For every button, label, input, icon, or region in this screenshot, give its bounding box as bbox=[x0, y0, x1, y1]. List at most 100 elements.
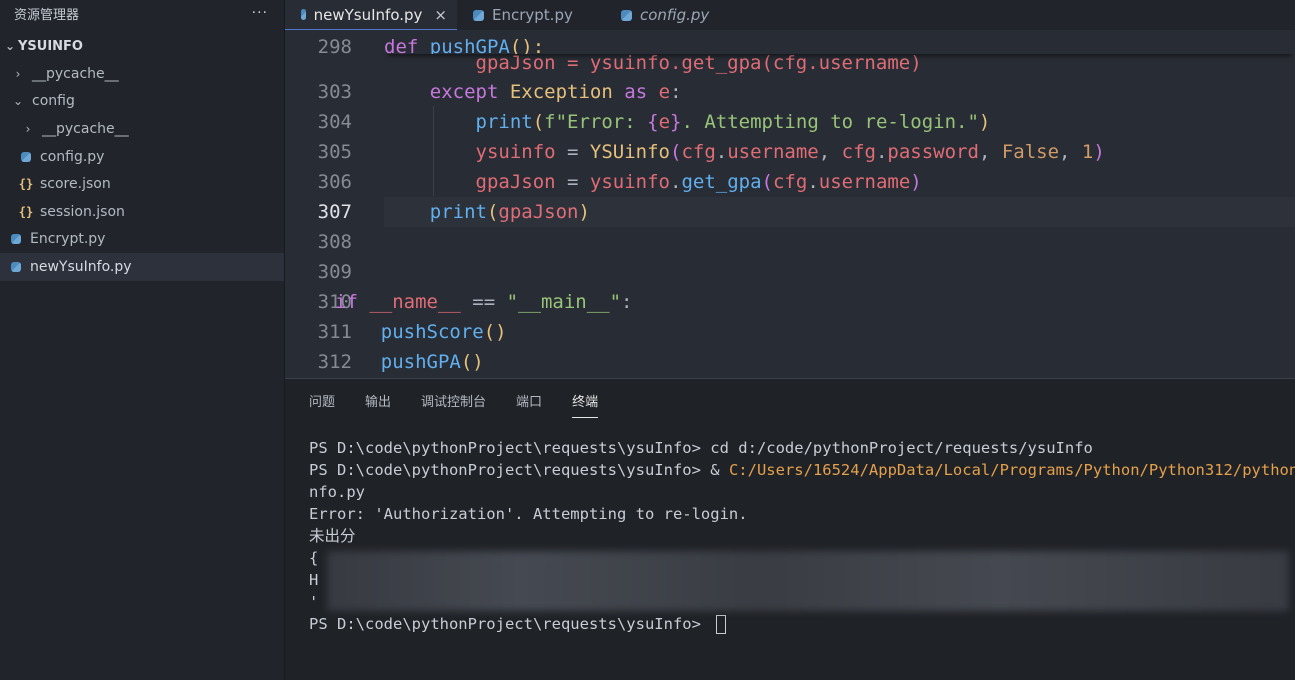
workspace-root[interactable]: ⌄ YSUINFO bbox=[0, 36, 284, 56]
code-line-306: gpaJson = ysuinfo.get_gpa(cfg.username) bbox=[384, 167, 1295, 197]
tab-newysuinfo[interactable]: newYsuInfo.py × bbox=[285, 0, 457, 30]
tab-ports[interactable]: 端口 bbox=[516, 391, 542, 412]
code-token: . bbox=[670, 171, 682, 193]
tree-item-config-pycache[interactable]: › __pycache__ bbox=[0, 115, 284, 143]
python-file-icon bbox=[18, 151, 34, 162]
code-token: False bbox=[1001, 141, 1060, 163]
code-line-303: except Exception as e: bbox=[384, 77, 1295, 107]
close-icon[interactable]: × bbox=[434, 6, 447, 24]
tree-item-session-json[interactable]: {} session.json bbox=[0, 198, 284, 226]
code-token: . bbox=[875, 141, 888, 163]
code-token: password bbox=[887, 141, 979, 163]
line-number: 303 bbox=[317, 81, 352, 103]
code-token: f"Error: bbox=[544, 111, 648, 133]
terminal-prompt: PS D:\code\pythonProject\requests\ysuInf… bbox=[309, 439, 711, 457]
tree-item-label: __pycache__ bbox=[42, 120, 129, 137]
code-token: ysuinfo bbox=[475, 141, 556, 163]
code-token: , bbox=[1059, 141, 1082, 163]
code-token: pushGPA bbox=[380, 351, 461, 373]
code-token: pushGPA bbox=[429, 36, 510, 54]
terminal-output[interactable]: PS D:\code\pythonProject\requests\ysuInf… bbox=[309, 437, 1295, 635]
explorer-title: 资源管理器 bbox=[14, 7, 80, 23]
editor-tabs: newYsuInfo.py × Encrypt.py config.py bbox=[285, 0, 1295, 30]
tab-label: config.py bbox=[640, 6, 710, 24]
tree-item-config-folder[interactable]: ⌄ config bbox=[0, 88, 284, 116]
json-file-icon: {} bbox=[18, 204, 34, 219]
line-number: 308 bbox=[317, 231, 352, 253]
tab-terminal[interactable]: 终端 bbox=[572, 391, 599, 418]
terminal-line: Error: 'Authorization'. Attempting to re… bbox=[309, 505, 748, 523]
code-token: } bbox=[670, 111, 682, 133]
code-editor[interactable]: 298 303 304 305 306 307 308 309 310 311 … bbox=[285, 30, 1295, 378]
tree-item-label: config bbox=[32, 93, 75, 110]
code-token: = bbox=[555, 141, 590, 163]
tab-debug-console[interactable]: 调试控制台 bbox=[421, 391, 486, 412]
code-token: def bbox=[384, 36, 419, 54]
code-token: ) bbox=[578, 201, 590, 223]
code-token: if bbox=[335, 291, 358, 313]
tree-item-pycache[interactable]: › __pycache__ bbox=[0, 60, 284, 88]
tab-problems[interactable]: 问题 bbox=[309, 391, 335, 412]
code-token: username bbox=[727, 141, 819, 163]
tree-item-score-json[interactable]: {} score.json bbox=[0, 170, 284, 198]
workspace-root-label: YSUINFO bbox=[18, 38, 83, 54]
code-token: print bbox=[429, 201, 487, 223]
code-line-304: print(f"Error: {e}. Attempting to re-log… bbox=[384, 107, 1295, 137]
code-token: ( bbox=[486, 201, 499, 223]
python-file-icon bbox=[301, 9, 306, 20]
tree-item-config-py[interactable]: config.py bbox=[0, 143, 284, 171]
panel-tabs: 问题 输出 调试控制台 端口 终端 bbox=[285, 379, 1295, 423]
code-token: () bbox=[460, 351, 484, 373]
tree-item-label: __pycache__ bbox=[32, 65, 119, 82]
tab-label: Encrypt.py bbox=[492, 6, 573, 24]
code-line-305: ysuinfo = YSUinfo(cfg.username, cfg.pass… bbox=[384, 137, 1295, 167]
chevron-right-icon: › bbox=[25, 121, 31, 136]
tree-item-newysuinfo-py[interactable]: newYsuInfo.py bbox=[0, 253, 284, 281]
more-actions-icon[interactable]: ··· bbox=[252, 5, 268, 21]
terminal-command: cd d:/code/pythonProject/requests/ysuInf… bbox=[710, 439, 1093, 457]
tree-item-label: score.json bbox=[40, 176, 111, 193]
code-token: username bbox=[818, 171, 911, 193]
code-token: : bbox=[621, 291, 633, 313]
code-token: e bbox=[658, 81, 671, 103]
code-token: e bbox=[658, 111, 671, 133]
tab-label: newYsuInfo.py bbox=[313, 5, 423, 24]
chevron-right-icon: › bbox=[15, 66, 21, 81]
code-token: get_gpa bbox=[681, 171, 762, 193]
code-line-307: print(gpaJson) bbox=[384, 197, 1295, 227]
line-number: 309 bbox=[317, 261, 352, 283]
code-token: { bbox=[647, 111, 659, 133]
code-token: except bbox=[429, 81, 499, 103]
code-token: ( bbox=[532, 111, 545, 133]
json-file-icon: {} bbox=[18, 177, 34, 192]
code-line-310: if __name__ == "__main__": bbox=[335, 287, 1295, 317]
code-lines: gpaJson = ysuinfo.get_gpa(cfg.username) … bbox=[335, 30, 1295, 378]
tab-output[interactable]: 输出 bbox=[365, 391, 391, 412]
tab-config[interactable]: config.py bbox=[605, 0, 735, 30]
terminal-prompt: PS D:\code\pythonProject\requests\ysuInf… bbox=[309, 615, 711, 633]
code-token: ( bbox=[761, 171, 773, 193]
code-token: gpaJson bbox=[475, 171, 556, 193]
code-token: . Attempting to re-login." bbox=[681, 111, 979, 133]
code-token: Exception bbox=[509, 81, 613, 103]
explorer-sidebar: 资源管理器 ··· ⌄ YSUINFO › __pycache__ ⌄ conf… bbox=[0, 0, 285, 680]
code-token: ) bbox=[1093, 141, 1105, 163]
code-token: , bbox=[818, 141, 842, 163]
tab-encrypt[interactable]: Encrypt.py bbox=[457, 0, 605, 30]
tree-item-label: newYsuInfo.py bbox=[30, 258, 132, 275]
tree-item-label: session.json bbox=[40, 203, 125, 220]
terminal-path: C:/Users/16524/AppData/Local/Programs/Py… bbox=[728, 461, 1295, 479]
code-token: ( bbox=[670, 141, 682, 163]
tree-item-encrypt-py[interactable]: Encrypt.py bbox=[0, 226, 284, 254]
chevron-down-icon: ⌄ bbox=[4, 39, 16, 53]
